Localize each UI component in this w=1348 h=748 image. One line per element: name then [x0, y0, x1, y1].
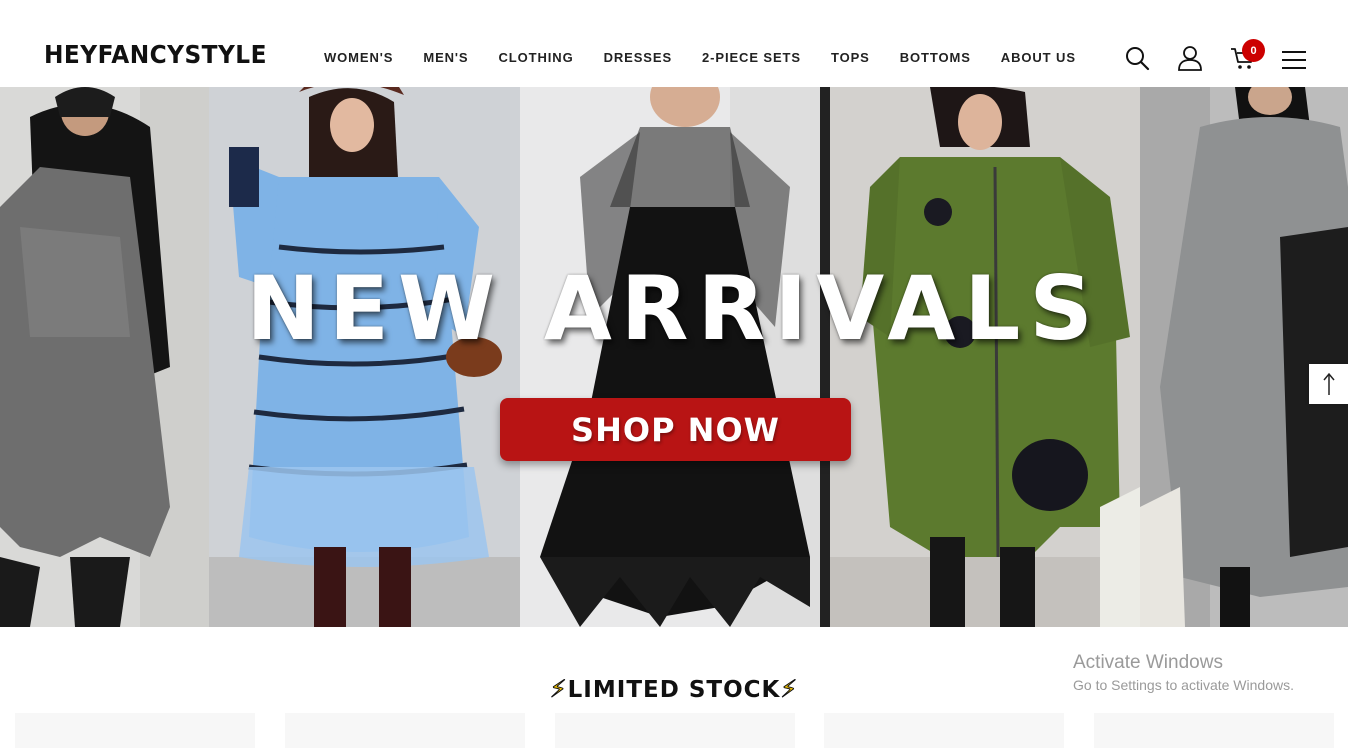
- arrow-up-icon: [1322, 372, 1335, 395]
- nav-item-womens[interactable]: WOMEN'S: [324, 50, 393, 65]
- menu-icon[interactable]: [1281, 47, 1307, 73]
- hero-title: NEW ARRIVALS: [246, 257, 1102, 360]
- site-logo[interactable]: HEYFANCYSTYLE: [44, 40, 267, 69]
- nav-item-clothing[interactable]: CLOTHING: [499, 50, 574, 65]
- nav-item-dresses[interactable]: DRESSES: [604, 50, 672, 65]
- product-card[interactable]: [555, 713, 795, 748]
- main-nav: WOMEN'S MEN'S CLOTHING DRESSES 2-PIECE S…: [324, 50, 1076, 65]
- product-card[interactable]: [824, 713, 1064, 748]
- nav-item-2-piece-sets[interactable]: 2-PIECE SETS: [702, 50, 801, 65]
- limited-stock-title: LIMITED STOCK: [567, 677, 781, 703]
- user-icon[interactable]: [1177, 45, 1203, 71]
- lightning-icon: ⚡: [549, 675, 568, 704]
- nav-item-tops[interactable]: TOPS: [831, 50, 870, 65]
- watermark-title: Activate Windows: [1073, 652, 1223, 673]
- scroll-to-top-button[interactable]: [1309, 364, 1348, 404]
- product-card-row: [15, 713, 1335, 748]
- watermark-subtitle: Go to Settings to activate Windows.: [1073, 677, 1294, 693]
- nav-item-about-us[interactable]: ABOUT US: [1001, 50, 1076, 65]
- shop-now-button[interactable]: SHOP NOW: [500, 398, 851, 461]
- lightning-icon: ⚡: [780, 675, 799, 704]
- nav-item-mens[interactable]: MEN'S: [423, 50, 468, 65]
- site-header: HEYFANCYSTYLE WOMEN'S MEN'S CLOTHING DRE…: [0, 0, 1348, 87]
- search-icon[interactable]: [1124, 45, 1150, 71]
- hero-banner[interactable]: NEW ARRIVALS SHOP NOW: [0, 87, 1348, 627]
- nav-item-bottoms[interactable]: BOTTOMS: [900, 50, 971, 65]
- windows-activation-watermark: Activate Windows Go to Settings to activ…: [1073, 652, 1294, 693]
- cart-count-badge: 0: [1242, 39, 1265, 62]
- product-card[interactable]: [15, 713, 255, 748]
- product-card[interactable]: [1094, 713, 1334, 748]
- product-card[interactable]: [285, 713, 525, 748]
